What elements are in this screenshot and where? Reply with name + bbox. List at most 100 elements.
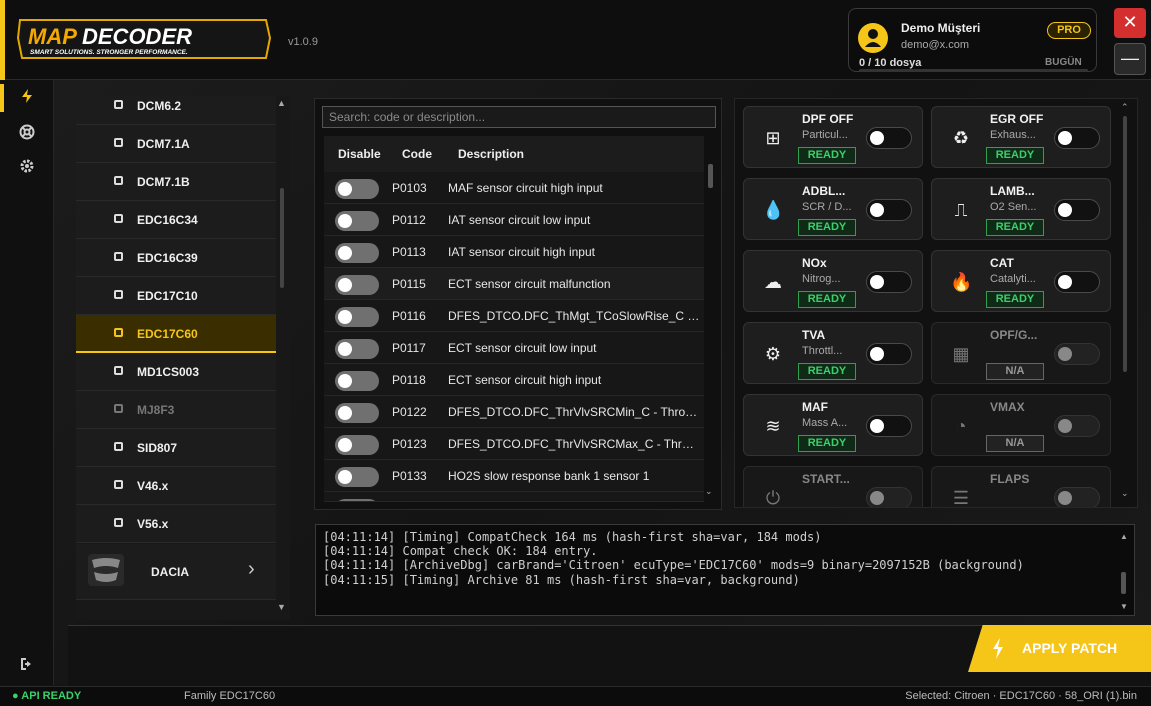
col-code[interactable]: Code bbox=[402, 147, 432, 161]
patch-toggle[interactable] bbox=[866, 127, 912, 149]
patch-toggle[interactable] bbox=[1054, 343, 1100, 365]
log-console[interactable]: [04:11:14] [Timing] CompatCheck 164 ms (… bbox=[315, 524, 1135, 616]
log-line: [04:11:14] [ArchiveDbg] carBrand='Citroe… bbox=[323, 558, 1024, 573]
toggle-switch[interactable] bbox=[335, 307, 379, 327]
patch-card-tva[interactable]: ⚙ TVA Throttl... READY bbox=[743, 322, 923, 384]
scroll-thumb[interactable] bbox=[1123, 116, 1127, 372]
ecu-item-dcm71a[interactable]: DCM7.1A bbox=[76, 125, 276, 163]
toggle-switch[interactable] bbox=[335, 403, 379, 423]
toggle-switch[interactable] bbox=[335, 467, 379, 487]
toggle-switch[interactable] bbox=[335, 211, 379, 231]
scroll-down-icon[interactable]: ▼ bbox=[277, 602, 286, 612]
patch-card-lamb[interactable]: ⎍ LAMB... O2 Sen... READY bbox=[931, 178, 1111, 240]
scroll-thumb[interactable] bbox=[708, 164, 713, 188]
toggle-switch[interactable] bbox=[335, 435, 379, 455]
ecu-item-edc17c60[interactable]: EDC17C60 bbox=[76, 315, 276, 353]
lifebuoy-icon[interactable] bbox=[0, 124, 54, 145]
ecu-list: DACIA › DCM6.2 DCM7.1A DCM7.1B EDC16C34 EDC1… bbox=[76, 96, 290, 620]
patch-title: TVA bbox=[802, 328, 826, 342]
ecu-item-dcm62[interactable]: DCM6.2 bbox=[76, 96, 276, 125]
dtc-code: P0123 bbox=[392, 437, 427, 451]
scroll-up-icon[interactable]: ⌃ bbox=[1121, 102, 1129, 113]
close-button[interactable]: ✕ bbox=[1114, 8, 1146, 38]
dtc-code: P0115 bbox=[392, 277, 426, 291]
patch-card-start[interactable]: ⏻ START... bbox=[743, 466, 923, 507]
ecu-item-label: DCM7.1B bbox=[137, 175, 190, 189]
minimize-button[interactable]: — bbox=[1114, 43, 1146, 75]
patch-card-opfg[interactable]: ▦ OPF/G... N/A bbox=[931, 322, 1111, 384]
toggle-switch[interactable] bbox=[335, 339, 379, 359]
patch-card-egroff[interactable]: ♻ EGR OFF Exhaus... READY bbox=[931, 106, 1111, 168]
ecu-list-scrollbar[interactable]: ▲ ▼ bbox=[276, 98, 288, 618]
sliders-icon: ☰ bbox=[952, 488, 970, 508]
toggle-switch[interactable] bbox=[335, 179, 379, 199]
patch-card-maf[interactable]: ≋ MAF Mass A... READY bbox=[743, 394, 923, 456]
ecu-item-mj8f3[interactable]: MJ8F3 bbox=[76, 391, 276, 429]
table-row[interactable]: P0133 HO2S slow response bank 1 sensor 1 bbox=[324, 460, 704, 492]
gear-icon[interactable] bbox=[0, 158, 54, 179]
toggle-switch[interactable] bbox=[335, 371, 379, 391]
chip-icon bbox=[114, 480, 123, 489]
ecu-item-label: EDC16C34 bbox=[137, 213, 198, 227]
patch-toggle[interactable] bbox=[1054, 199, 1100, 221]
scroll-down-icon[interactable]: ▼ bbox=[1120, 602, 1128, 611]
scroll-down-icon[interactable]: ⌄ bbox=[1121, 488, 1129, 499]
ecu-item-edc16c39[interactable]: EDC16C39 bbox=[76, 239, 276, 277]
table-row[interactable]: P0118 ECT sensor circuit high input bbox=[324, 364, 704, 396]
toggle-switch[interactable] bbox=[335, 499, 379, 501]
table-row[interactable]: P0103 MAF sensor circuit high input bbox=[324, 172, 704, 204]
apply-patch-button[interactable]: APPLY PATCH bbox=[968, 625, 1151, 672]
scroll-down-icon[interactable]: ⌄ bbox=[705, 486, 713, 497]
patch-scrollbar[interactable]: ⌃ ⌄ bbox=[1120, 102, 1130, 500]
user-card[interactable]: Demo Müşteri demo@x.com PRO 0 / 10 dosya… bbox=[848, 8, 1097, 72]
dtc-description: HO2S slow response bank 1 sensor 1 bbox=[448, 469, 650, 483]
patch-toggle[interactable] bbox=[866, 343, 912, 365]
ecu-item-v46x[interactable]: V46.x bbox=[76, 467, 276, 505]
patch-card-nox[interactable]: ☁ NOx Nitrog... READY bbox=[743, 250, 923, 312]
table-row[interactable]: P0116 DFES_DTCO.DFC_ThMgt_TCoSlowRise_C -… bbox=[324, 300, 704, 332]
patch-card-vmax[interactable]: ◔ VMAX N/A bbox=[931, 394, 1111, 456]
table-row[interactable]: P0113 IAT sensor circuit high input bbox=[324, 236, 704, 268]
ecu-item-sid807[interactable]: SID807 bbox=[76, 429, 276, 467]
patch-toggle[interactable] bbox=[866, 415, 912, 437]
patch-card-dpfoff[interactable]: ⊞ DPF OFF Particul... READY bbox=[743, 106, 923, 168]
patch-card-flaps[interactable]: ☰ FLAPS bbox=[931, 466, 1111, 508]
scroll-up-icon[interactable]: ▲ bbox=[277, 98, 286, 108]
table-row[interactable]: P0123 DFES_DTCO.DFC_ThrVlvSRCMax_C - Thro… bbox=[324, 428, 704, 460]
patch-toggle[interactable] bbox=[1054, 127, 1100, 149]
patch-card-adbl[interactable]: 💧 ADBL... SCR / D... READY bbox=[743, 178, 923, 240]
patch-toggle[interactable] bbox=[866, 487, 912, 507]
scroll-thumb[interactable] bbox=[280, 188, 284, 288]
scroll-thumb[interactable] bbox=[1121, 572, 1126, 594]
ecu-item-edc17c10[interactable]: EDC17C10 bbox=[76, 277, 276, 315]
table-row[interactable]: P0115 ECT sensor circuit malfunction bbox=[324, 268, 704, 300]
toggle-switch[interactable] bbox=[335, 275, 379, 295]
bolt-icon[interactable] bbox=[0, 88, 54, 109]
logout-icon[interactable] bbox=[0, 656, 54, 677]
col-disable[interactable]: Disable bbox=[338, 147, 381, 161]
patch-toggle[interactable] bbox=[1054, 487, 1100, 507]
search-input[interactable] bbox=[322, 106, 716, 128]
table-row[interactable]: P0117 ECT sensor circuit low input bbox=[324, 332, 704, 364]
toggle-knob bbox=[870, 347, 884, 361]
ecu-item-edc16c34[interactable]: EDC16C34 bbox=[76, 201, 276, 239]
dtc-scrollbar[interactable]: ⌄ bbox=[705, 160, 716, 500]
patch-toggle[interactable] bbox=[1054, 415, 1100, 437]
ecu-item-md1cs003[interactable]: MD1CS003 bbox=[76, 353, 276, 391]
patch-toggle[interactable] bbox=[866, 199, 912, 221]
user-avatar-icon bbox=[858, 23, 888, 53]
table-row[interactable]: P0112 IAT sensor circuit low input bbox=[324, 204, 704, 236]
ecu-item-v56x[interactable]: V56.x bbox=[76, 505, 276, 543]
ecu-item-dcm71b[interactable]: DCM7.1B bbox=[76, 163, 276, 201]
patch-card-cat[interactable]: 🔥 CAT Catalyti... READY bbox=[931, 250, 1111, 312]
toggle-knob bbox=[338, 438, 352, 452]
patch-toggle[interactable] bbox=[1054, 271, 1100, 293]
toggle-switch[interactable] bbox=[335, 243, 379, 263]
table-row[interactable]: P0122 DFES_DTCO.DFC_ThrVlvSRCMin_C - Thro… bbox=[324, 396, 704, 428]
brand-row-dacia[interactable]: DACIA › bbox=[76, 544, 276, 600]
scroll-up-icon[interactable]: ▲ bbox=[1120, 532, 1128, 541]
patch-toggle[interactable] bbox=[866, 271, 912, 293]
col-description[interactable]: Description bbox=[458, 147, 524, 161]
log-scrollbar[interactable]: ▲ ▼ bbox=[1120, 532, 1128, 612]
chip-icon bbox=[114, 138, 123, 147]
